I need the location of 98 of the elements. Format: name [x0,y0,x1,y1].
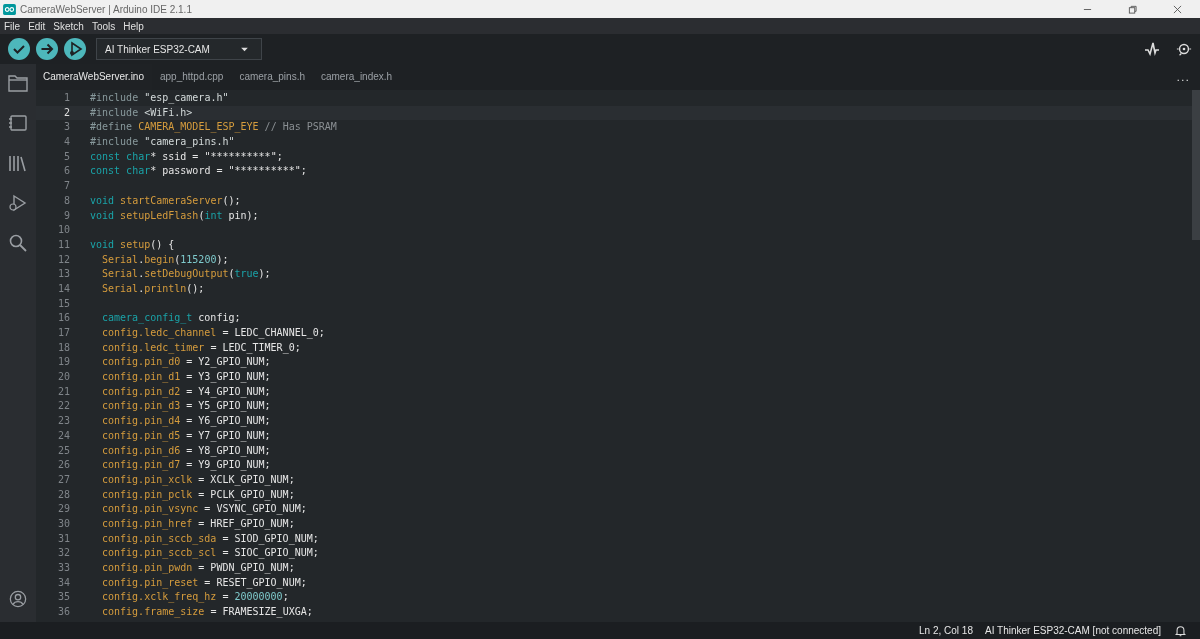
line-number: 33 [56,561,71,575]
menu-item[interactable]: File [4,20,21,32]
code-line: #include "camera_pins.h" [90,135,235,150]
line-number: 7 [62,179,71,194]
line-number: 6 [62,164,71,179]
line-number: 25 [56,443,71,458]
line-number: 17 [56,326,71,340]
code-line: config.pin_d5 = Y7_GPIO_NUM; [101,428,271,444]
line-number: 27 [56,472,71,487]
line-number: 2 [62,105,71,120]
line-number: 31 [56,531,71,546]
line-number: 4 [62,135,71,150]
board-icon[interactable] [8,114,28,132]
more-tabs-button[interactable]: ... [1176,70,1200,84]
line-number: 21 [56,384,71,399]
line-number: 8 [62,193,71,208]
bell-icon[interactable] [1175,624,1186,637]
code-line: config.pin_xclk = XCLK_GPIO_NUM; [101,472,295,488]
code-line: config.pin_sccb_scl = SIOC_GPIO_NUM; [101,546,319,561]
serial-plotter-icon[interactable] [1144,41,1160,57]
library-icon[interactable] [8,154,28,172]
line-number: 30 [56,516,71,531]
restore-icon[interactable] [1128,4,1137,14]
line-number: 23 [56,414,71,429]
code-line: config.pin_d4 = Y6_GPIO_NUM; [101,414,271,429]
code-line: void setupLedFlash(int pin); [90,208,259,223]
code-line: const char* password = "**********"; [90,164,307,179]
line-number: 12 [56,252,71,267]
line-number: 32 [56,546,71,561]
cursor-position: Ln 2, Col 18 [919,625,973,636]
file-tab[interactable]: camera_index.h [312,64,401,90]
code-line: config.ledc_channel = LEDC_CHANNEL_0; [101,326,325,341]
window-title: CameraWebServer | Arduino IDE 2.1.1 [20,3,192,15]
code-line: config.pin_d2 = Y4_GPIO_NUM; [101,384,271,400]
line-number: 35 [56,590,71,605]
line-number: 1 [62,91,71,105]
line-number: 20 [56,370,71,385]
code-line: #include "esp_camera.h" [90,91,229,106]
line-number: 26 [56,458,71,473]
code-line: config.xclk_freq_hz = 20000000; [101,590,289,605]
line-number: 14 [56,281,71,296]
file-tab[interactable]: app_httpd.cpp [152,64,232,90]
caret-icon [240,46,249,52]
account-icon[interactable] [8,590,28,608]
code-line: config.pin_d1 = Y3_GPIO_NUM; [101,370,271,385]
line-number: 18 [56,340,71,355]
line-number: 28 [56,487,71,502]
code-line: Serial.begin(115200); [101,252,229,267]
code-line: config.pin_d7 = Y9_GPIO_NUM; [101,458,271,473]
close-icon[interactable] [1173,4,1182,14]
code-line: config.pin_d0 = Y2_GPIO_NUM; [101,355,271,370]
board-selector[interactable]: AI Thinker ESP32-CAM [96,38,262,60]
line-number: 16 [56,311,71,326]
line-number: 10 [56,223,71,238]
folder-icon[interactable] [8,74,28,92]
code-line: config.pin_pclk = PCLK_GPIO_NUM; [101,487,295,503]
line-number: 15 [56,296,71,311]
menu-item[interactable]: Tools [91,20,116,32]
code-line: #define CAMERA_MODEL_ESP_EYE // Has PSRAM [90,120,337,135]
line-number: 29 [56,502,71,517]
line-number: 5 [62,149,71,164]
code-line: config.pin_pwdn = PWDN_GPIO_NUM; [101,561,295,576]
code-line: camera_config_t config; [101,311,241,326]
upload-button[interactable] [36,38,58,60]
line-number: 11 [56,237,71,252]
code-line: Serial.println(); [101,281,205,296]
menu-item[interactable]: Sketch [53,20,84,32]
app-logo-icon [3,3,16,15]
line-number: 22 [56,399,71,414]
code-line: config.pin_d6 = Y8_GPIO_NUM; [101,443,271,459]
file-tab[interactable]: camera_pins.h [231,64,313,90]
line-number: 13 [56,267,71,282]
line-number: 36 [56,605,71,620]
code-line: config.pin_reset = RESET_GPIO_NUM; [101,575,307,591]
menu-item[interactable]: Edit [28,20,46,32]
line-number: 19 [56,355,71,370]
serial-monitor-icon[interactable] [1176,41,1192,57]
code-line: config.pin_d3 = Y5_GPIO_NUM; [101,399,271,414]
line-number: 9 [62,208,71,223]
verify-button[interactable] [8,38,30,60]
code-line: config.pin_sccb_sda = SIOD_GPIO_NUM; [101,531,319,547]
code-line: #include <WiFi.h> [90,105,193,120]
code-line: config.ledc_timer = LEDC_TIMER_0; [101,340,301,356]
code-line: config.pin_vsync = VSYNC_GPIO_NUM; [101,502,307,517]
code-line: config.frame_size = FRAMESIZE_UXGA; [101,605,313,620]
board-status: AI Thinker ESP32-CAM [not connected] [985,625,1161,636]
line-number: 3 [62,120,71,135]
line-number: 24 [56,428,71,443]
code-line: Serial.setDebugOutput(true); [101,267,271,282]
code-line: const char* ssid = "**********"; [90,149,283,164]
code-line: void setup() { [90,237,175,252]
code-line: config.pin_href = HREF_GPIO_NUM; [101,516,295,532]
menu-item[interactable]: Help [123,20,144,32]
debug-button[interactable] [64,38,86,60]
code-line: void startCameraServer(); [90,193,241,208]
search-icon[interactable] [8,234,28,252]
debug-icon[interactable] [8,194,28,212]
line-number: 34 [56,575,71,590]
